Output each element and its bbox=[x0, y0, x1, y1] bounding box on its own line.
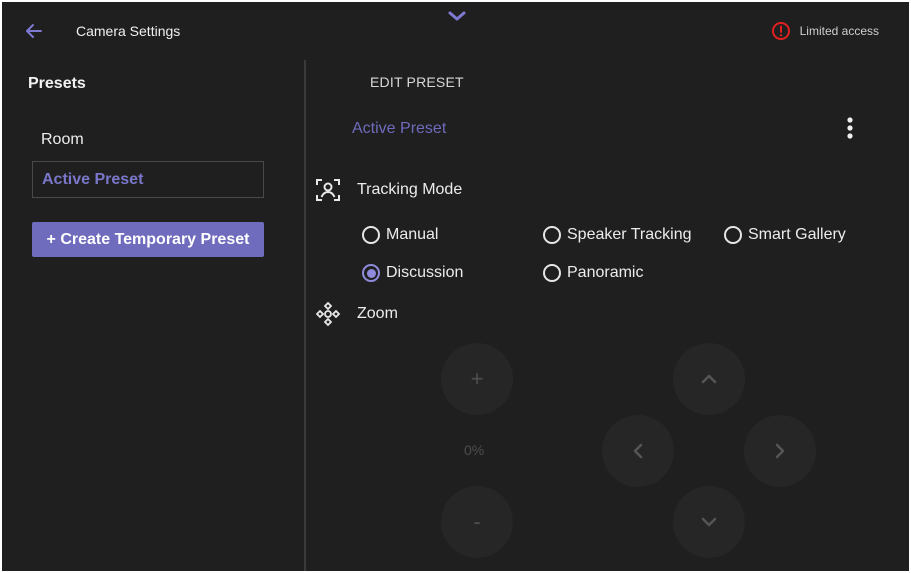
tracking-option-speaker-tracking[interactable]: Speaker Tracking bbox=[543, 226, 692, 244]
chevron-left-icon bbox=[633, 443, 643, 459]
chevron-up-icon bbox=[701, 374, 717, 384]
page-title: Camera Settings bbox=[76, 23, 181, 39]
create-temporary-preset-button[interactable]: + Create Temporary Preset bbox=[32, 222, 264, 257]
pan-left-button[interactable] bbox=[602, 415, 674, 487]
arrow-left-icon bbox=[26, 24, 42, 38]
tracking-option-label: Discussion bbox=[386, 264, 464, 281]
radio-unchecked-icon bbox=[362, 226, 380, 244]
edit-preset-heading: EDIT PRESET bbox=[370, 74, 464, 90]
tracking-option-label: Manual bbox=[386, 226, 439, 243]
zoom-in-label: + bbox=[470, 366, 484, 391]
zoom-out-button[interactable]: - bbox=[441, 486, 513, 558]
chevron-down-icon bbox=[448, 11, 466, 21]
chevron-right-icon bbox=[775, 443, 785, 459]
zoom-heading: Zoom bbox=[357, 305, 398, 322]
preset-item-active[interactable]: Active Preset bbox=[32, 161, 264, 198]
edited-preset-name: Active Preset bbox=[352, 120, 447, 137]
tilt-down-button[interactable] bbox=[673, 486, 745, 558]
zoom-icon bbox=[315, 301, 341, 327]
chevron-down-icon bbox=[701, 517, 717, 527]
tracking-option-label: Panoramic bbox=[567, 264, 644, 281]
radio-unchecked-icon bbox=[543, 226, 561, 244]
tracking-option-panoramic[interactable]: Panoramic bbox=[543, 264, 643, 282]
presets-heading: Presets bbox=[28, 75, 86, 92]
zoom-in-button[interactable]: + bbox=[441, 343, 513, 415]
zoom-out-label: - bbox=[473, 509, 481, 534]
top-bar: Camera Settings Limited access bbox=[2, 2, 909, 60]
tracking-option-label: Smart Gallery bbox=[748, 226, 846, 243]
radio-unchecked-icon bbox=[543, 264, 561, 282]
preset-item-room[interactable]: Room bbox=[41, 131, 84, 149]
limited-access-status[interactable]: Limited access bbox=[771, 21, 879, 41]
back-button[interactable] bbox=[22, 19, 46, 43]
tracking-mode-heading: Tracking Mode bbox=[357, 181, 463, 198]
tilt-up-button[interactable] bbox=[673, 343, 745, 415]
more-vertical-icon bbox=[847, 117, 853, 139]
camera-settings-window: Camera Settings Limited access Presets R… bbox=[2, 2, 909, 571]
tracking-option-label: Speaker Tracking bbox=[567, 226, 692, 243]
radio-checked-icon bbox=[362, 264, 380, 282]
panel-divider bbox=[304, 60, 306, 571]
limited-access-label: Limited access bbox=[799, 24, 879, 38]
collapse-button[interactable] bbox=[446, 7, 468, 25]
radio-unchecked-icon bbox=[724, 226, 742, 244]
zoom-percentage: 0% bbox=[464, 442, 485, 458]
tracking-option-smart-gallery[interactable]: Smart Gallery bbox=[724, 226, 846, 244]
more-options-button[interactable] bbox=[840, 115, 860, 141]
alert-circle-icon bbox=[771, 22, 790, 40]
tracking-option-manual[interactable]: Manual bbox=[362, 226, 438, 244]
tracking-option-discussion[interactable]: Discussion bbox=[362, 264, 463, 282]
pan-right-button[interactable] bbox=[744, 415, 816, 487]
tracking-mode-icon bbox=[316, 179, 340, 201]
